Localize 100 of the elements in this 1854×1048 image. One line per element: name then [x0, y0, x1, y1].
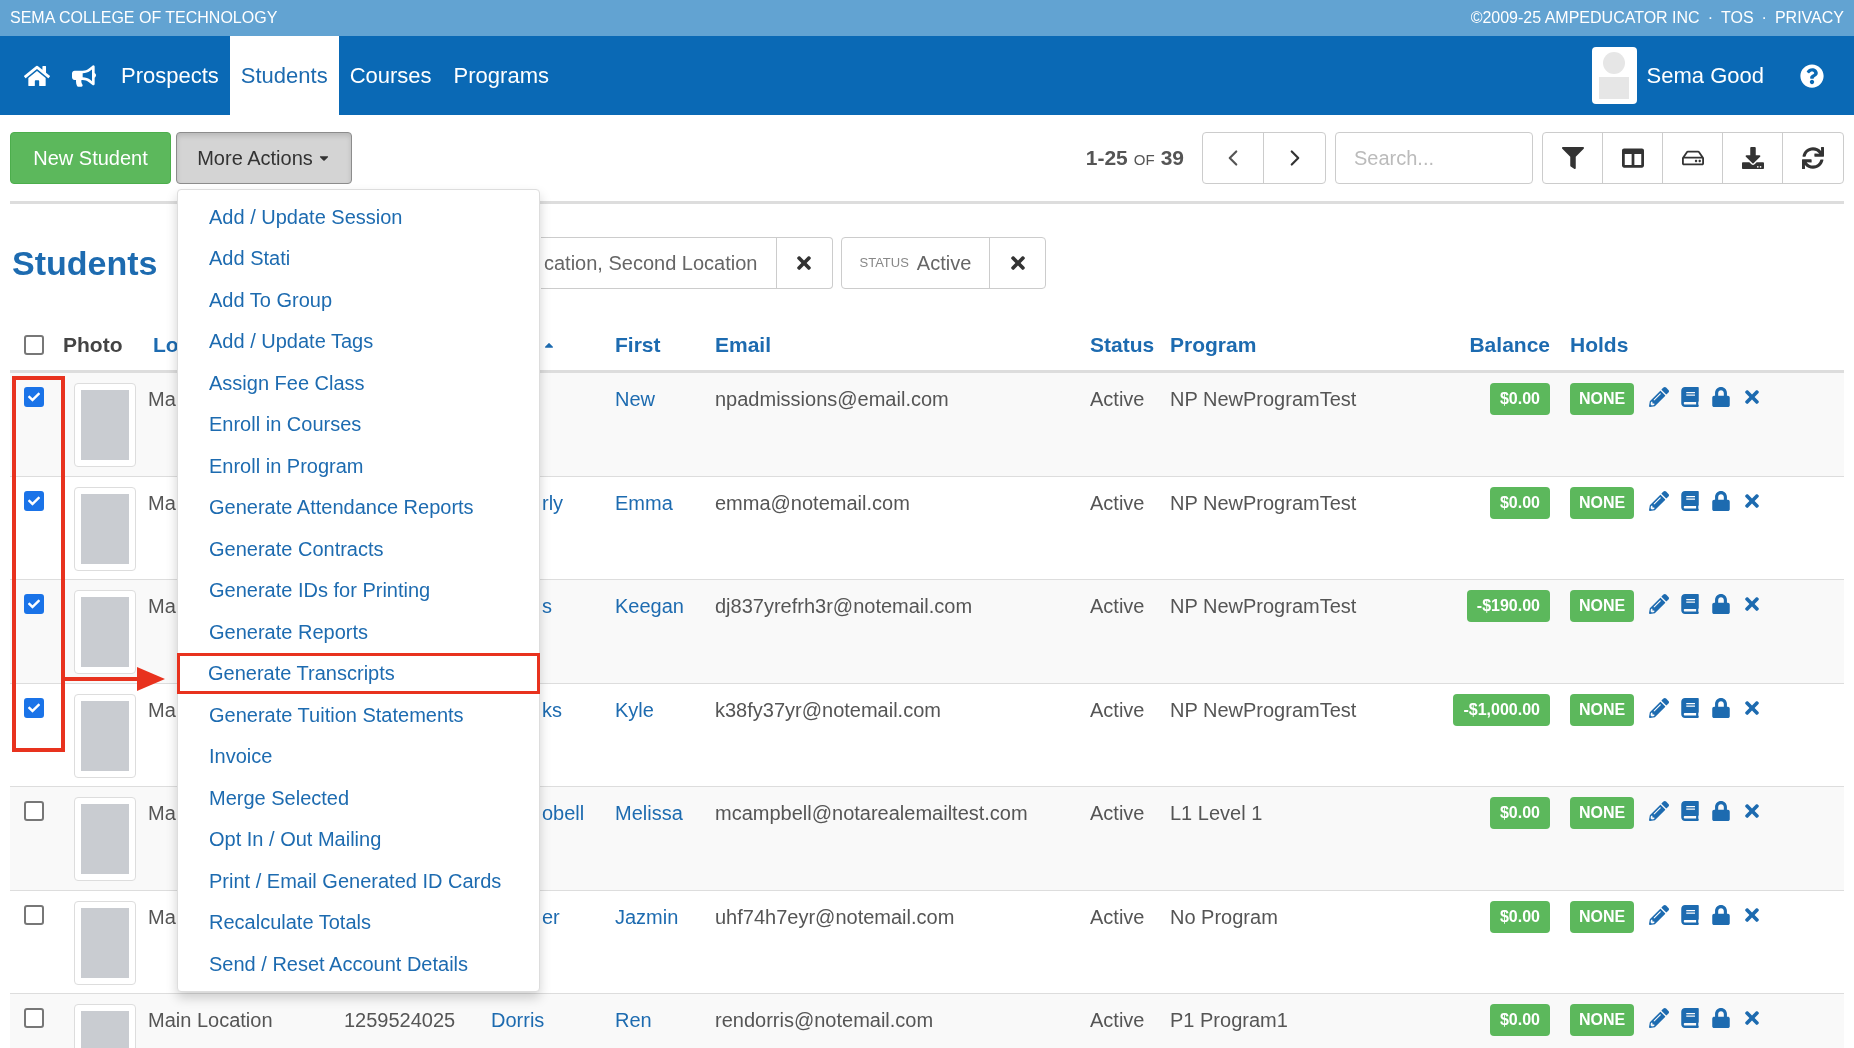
balance-badge: -$1,000.00: [1453, 693, 1550, 726]
menu-item[interactable]: Send / Reset Account Details: [178, 943, 539, 985]
holds-badge: NONE: [1570, 1004, 1635, 1036]
book-icon[interactable]: [1680, 594, 1700, 614]
table-cell: Active: [1090, 491, 1145, 514]
book-icon[interactable]: [1680, 490, 1700, 511]
table-cell: uhf74h7eyr@notemail.com: [715, 905, 955, 928]
close-icon[interactable]: [1742, 1008, 1762, 1028]
lock-icon[interactable]: [1711, 697, 1731, 718]
menu-item[interactable]: Generate Reports: [178, 611, 539, 653]
column-header[interactable]: First: [615, 332, 661, 356]
menu-item[interactable]: Generate Attendance Reports: [178, 486, 539, 528]
menu-item[interactable]: Add Stati: [178, 237, 539, 279]
last-name-link[interactable]: rly: [542, 491, 564, 514]
menu-item[interactable]: Enroll in Courses: [178, 403, 539, 445]
balance-badge: $0.00: [1489, 383, 1550, 415]
edit-icon[interactable]: [1649, 387, 1669, 407]
last-name-link[interactable]: obell: [542, 802, 585, 824]
column-header[interactable]: Program: [1170, 332, 1257, 356]
checkbox[interactable]: [24, 697, 44, 718]
megaphone-icon[interactable]: [72, 63, 96, 88]
menu-item[interactable]: Generate Contracts: [178, 528, 539, 570]
menu-item[interactable]: Recalculate Totals: [178, 901, 539, 943]
lock-icon[interactable]: [1711, 801, 1731, 821]
edit-icon[interactable]: [1649, 801, 1669, 821]
nav-tab[interactable]: Prospects: [110, 36, 230, 115]
menu-item[interactable]: Add To Group: [178, 279, 539, 321]
menu-item[interactable]: Print / Email Generated ID Cards: [178, 860, 539, 902]
menu-item[interactable]: Generate Transcripts: [177, 652, 540, 694]
menu-item[interactable]: Invoice: [178, 735, 539, 777]
filter-icon: [1561, 147, 1584, 169]
last-name-link[interactable]: er: [542, 905, 560, 928]
menu-item[interactable]: Opt In / Out Mailing: [178, 818, 539, 860]
checkbox[interactable]: [24, 904, 44, 925]
checkbox[interactable]: [24, 490, 44, 511]
nav-tab[interactable]: Courses: [338, 36, 443, 115]
edit-icon[interactable]: [1649, 1008, 1669, 1028]
last-name-link[interactable]: Dorris: [491, 1009, 545, 1031]
book-icon[interactable]: [1680, 387, 1700, 407]
check-icon: [28, 701, 40, 714]
first-name-link[interactable]: New: [615, 388, 655, 410]
first-name-link[interactable]: Keegan: [615, 595, 684, 617]
nav-tab[interactable]: Students: [229, 36, 339, 115]
last-name-link[interactable]: ks: [542, 698, 562, 721]
menu-item[interactable]: Generate IDs for Printing: [178, 569, 539, 611]
book-icon[interactable]: [1680, 801, 1700, 821]
checkbox[interactable]: [24, 334, 44, 355]
checkbox[interactable]: [24, 594, 44, 614]
checkbox[interactable]: [24, 801, 44, 821]
lock-icon[interactable]: [1711, 490, 1731, 511]
lock-icon[interactable]: [1711, 594, 1731, 614]
last-name-link[interactable]: s: [542, 595, 552, 617]
more-actions-button[interactable]: More Actions: [176, 132, 352, 184]
edit-icon[interactable]: [1649, 904, 1669, 925]
table-cell: NP NewProgramTest: [1170, 491, 1357, 514]
close-icon[interactable]: [1742, 594, 1762, 614]
column-header[interactable]: Status: [1090, 332, 1155, 356]
lock-icon[interactable]: [1711, 1008, 1731, 1028]
first-name-link[interactable]: Jazmin: [615, 905, 679, 928]
checkbox[interactable]: [24, 387, 44, 407]
column-header[interactable]: Email: [715, 332, 772, 356]
holds-badge: NONE: [1570, 486, 1635, 519]
lock-icon[interactable]: [1711, 904, 1731, 925]
menu-item[interactable]: Enroll in Program: [178, 445, 539, 487]
menu-item[interactable]: Merge Selected: [178, 777, 539, 819]
edit-icon[interactable]: [1649, 490, 1669, 511]
edit-icon[interactable]: [1649, 594, 1669, 614]
book-icon[interactable]: [1680, 904, 1700, 925]
check-icon: [28, 598, 40, 610]
page-range: 1-25: [1085, 145, 1128, 172]
menu-item[interactable]: Assign Fee Class: [178, 362, 539, 404]
book-icon[interactable]: [1680, 1008, 1700, 1028]
holds-badge: NONE: [1570, 693, 1635, 726]
help-icon[interactable]: [1800, 63, 1824, 88]
filter-chip[interactable]: STATUS Active: [840, 237, 1047, 289]
lock-icon[interactable]: [1711, 387, 1731, 407]
filter-chip[interactable]: cation, Second Location: [541, 237, 833, 289]
close-icon[interactable]: [1742, 801, 1762, 821]
first-name-link[interactable]: Ren: [615, 1009, 652, 1031]
column-header[interactable]: Balance: [1469, 332, 1550, 356]
balance-badge: $0.00: [1489, 486, 1550, 519]
close-icon[interactable]: [1742, 387, 1762, 407]
first-name-link[interactable]: Emma: [615, 491, 673, 514]
book-icon[interactable]: [1680, 697, 1700, 718]
table-cell: 1259524025: [344, 1009, 456, 1031]
checkbox[interactable]: [24, 1008, 44, 1028]
menu-item[interactable]: Add / Update Session: [178, 196, 539, 238]
search-field[interactable]: Search...: [1335, 132, 1533, 184]
table-cell: No Program: [1170, 905, 1278, 928]
menu-item[interactable]: Add / Update Tags: [178, 320, 539, 362]
first-name-link[interactable]: Melissa: [615, 802, 683, 824]
edit-icon[interactable]: [1649, 697, 1669, 718]
nav-tab[interactable]: Programs: [442, 36, 560, 115]
table-cell: NP NewProgramTest: [1170, 595, 1357, 617]
menu-item[interactable]: Generate Tuition Statements: [178, 694, 539, 736]
user-avatar[interactable]: [1591, 47, 1637, 104]
user-name[interactable]: Sema Good: [1646, 59, 1764, 92]
first-name-link[interactable]: Kyle: [615, 698, 654, 721]
column-header[interactable]: Lo: [153, 332, 179, 356]
column-header[interactable]: Holds: [1570, 332, 1629, 356]
